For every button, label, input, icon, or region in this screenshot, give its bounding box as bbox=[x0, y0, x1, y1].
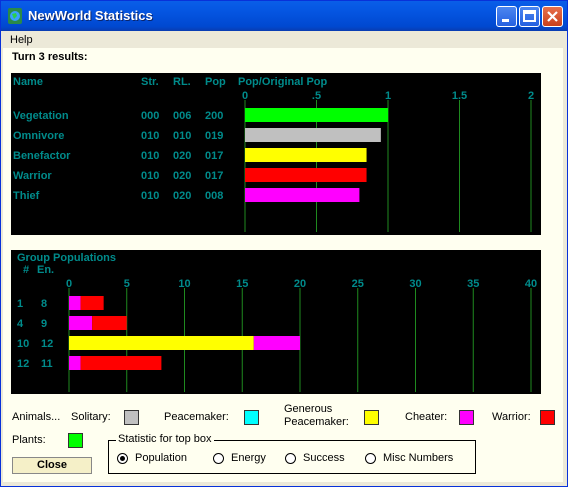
group-bar-segment bbox=[69, 356, 81, 370]
radio-population[interactable] bbox=[117, 453, 128, 464]
cheater-swatch bbox=[459, 410, 474, 425]
group-bar-segment bbox=[92, 316, 127, 330]
group-bar-segment bbox=[80, 296, 104, 310]
group-row-en: 12 bbox=[41, 338, 53, 350]
warrior-swatch bbox=[540, 410, 555, 425]
generous-swatch bbox=[364, 410, 379, 425]
peacemaker-swatch bbox=[244, 410, 259, 425]
generous-label-line1: Generous bbox=[284, 403, 333, 415]
radio-success[interactable] bbox=[285, 453, 296, 464]
radio-misc-numbers[interactable] bbox=[365, 453, 376, 464]
group-row-num: 4 bbox=[17, 318, 24, 330]
solitary-swatch bbox=[124, 410, 139, 425]
statistic-groupbox-title: Statistic for top box bbox=[116, 433, 214, 445]
group-bar-segment bbox=[69, 336, 254, 350]
group-axis-tick: 0 bbox=[66, 278, 72, 290]
plants-swatch bbox=[68, 433, 83, 448]
warrior-label: Warrior: bbox=[492, 411, 531, 423]
group-axis-tick: 5 bbox=[124, 278, 130, 290]
group-axis-tick: 20 bbox=[294, 278, 306, 290]
animals-label: Animals... bbox=[12, 411, 61, 423]
group-row-en: 11 bbox=[41, 358, 53, 370]
radio-energy-label[interactable]: Energy bbox=[231, 452, 266, 464]
group-bar-segment bbox=[253, 336, 300, 350]
group-axis-tick: 40 bbox=[525, 278, 537, 290]
solitary-label: Solitary: bbox=[71, 411, 111, 423]
radio-misc-numbers-label[interactable]: Misc Numbers bbox=[383, 452, 453, 464]
group-axis-tick: 35 bbox=[467, 278, 479, 290]
group-axis-tick: 15 bbox=[236, 278, 248, 290]
generous-label-line2: Peacemaker: bbox=[284, 416, 349, 428]
radio-energy[interactable] bbox=[213, 453, 224, 464]
group-bar-segment bbox=[69, 316, 93, 330]
cheater-label: Cheater: bbox=[405, 411, 448, 423]
group-row-num: 10 bbox=[17, 338, 29, 350]
group-bar-segment bbox=[69, 296, 81, 310]
group-axis-tick: 30 bbox=[409, 278, 421, 290]
group-axis-tick: 25 bbox=[352, 278, 364, 290]
group-row-num: 12 bbox=[17, 358, 29, 370]
group-row-num: 1 bbox=[17, 298, 23, 310]
group-bar-segment bbox=[80, 356, 162, 370]
close-button[interactable]: Close bbox=[12, 457, 92, 474]
group-row-en: 9 bbox=[41, 318, 47, 330]
group-axis-tick: 10 bbox=[178, 278, 190, 290]
radio-population-label[interactable]: Population bbox=[135, 452, 187, 464]
plants-label: Plants: bbox=[12, 434, 46, 446]
radio-success-label[interactable]: Success bbox=[303, 452, 345, 464]
peacemaker-label: Peacemaker: bbox=[164, 411, 229, 423]
group-row-en: 8 bbox=[41, 298, 47, 310]
